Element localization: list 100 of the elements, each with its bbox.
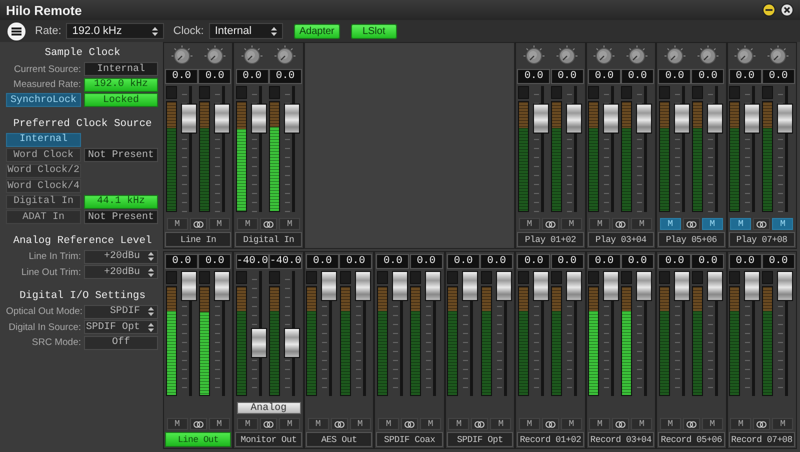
- pan-knob-icon[interactable]: [522, 45, 545, 67]
- synchrolock-button[interactable]: SynchroLock: [6, 93, 81, 108]
- pan-knob-icon[interactable]: [626, 45, 648, 67]
- link-button[interactable]: [471, 418, 488, 430]
- close-icon[interactable]: [780, 3, 794, 17]
- mute-button[interactable]: M: [208, 218, 230, 230]
- mute-button[interactable]: M: [279, 218, 300, 230]
- setting-select[interactable]: +20dBu: [84, 265, 158, 280]
- fader-handle[interactable]: [706, 103, 723, 134]
- link-button[interactable]: [260, 218, 278, 230]
- strip-label-button[interactable]: Play 01+02: [517, 232, 584, 247]
- fader-handle[interactable]: [603, 103, 620, 134]
- fader-handle[interactable]: [392, 271, 408, 301]
- pan-knob-icon[interactable]: [556, 45, 578, 67]
- fader-handle[interactable]: [214, 271, 230, 301]
- mute-button[interactable]: M: [560, 218, 582, 230]
- strip-label-button[interactable]: Line In: [165, 232, 232, 247]
- menu-icon[interactable]: [7, 22, 26, 40]
- fader-handle[interactable]: [706, 271, 723, 301]
- strip-label-button[interactable]: Play 05+06: [658, 232, 725, 247]
- clock-source-option[interactable]: Digital In: [6, 194, 81, 209]
- fader-handle[interactable]: [636, 271, 652, 301]
- pan-knob-icon[interactable]: [274, 45, 296, 67]
- strip-label-button[interactable]: Record 01+02: [517, 432, 584, 447]
- pan-knob-icon[interactable]: [664, 45, 686, 67]
- fader-handle[interactable]: [532, 271, 549, 301]
- fader-handle[interactable]: [674, 103, 690, 134]
- mute-button[interactable]: M: [560, 418, 582, 430]
- mute-button[interactable]: M: [237, 218, 258, 230]
- pan-knob-icon[interactable]: [593, 45, 616, 67]
- mute-button[interactable]: M: [518, 218, 540, 230]
- strip-label-button[interactable]: Record 05+06: [658, 432, 725, 447]
- fader-handle[interactable]: [180, 271, 197, 301]
- link-button[interactable]: [682, 418, 700, 430]
- link-button[interactable]: [612, 418, 630, 430]
- mute-button[interactable]: M: [208, 418, 230, 430]
- mute-button[interactable]: M: [279, 418, 300, 430]
- toolbar-button[interactable]: LSlot: [350, 24, 397, 38]
- strip-label-button[interactable]: Digital In: [235, 232, 302, 247]
- strip-label-button[interactable]: Line Out: [165, 432, 232, 447]
- analog-button[interactable]: Analog: [236, 402, 301, 414]
- clock-source-option[interactable]: Word Clock: [6, 148, 81, 162]
- mute-button[interactable]: M: [730, 418, 752, 430]
- setting-select[interactable]: SPDIF: [84, 304, 158, 319]
- fader-handle[interactable]: [603, 271, 620, 301]
- mute-button[interactable]: M: [308, 418, 329, 430]
- mute-button[interactable]: M: [378, 418, 400, 430]
- clock-source-option[interactable]: ADAT In: [6, 210, 81, 224]
- mute-button[interactable]: M: [448, 418, 470, 430]
- mute-button[interactable]: M: [166, 218, 188, 230]
- fader-handle[interactable]: [566, 103, 582, 134]
- pan-knob-icon[interactable]: [241, 45, 264, 67]
- link-button[interactable]: [753, 218, 770, 230]
- mute-button[interactable]: M: [166, 418, 188, 430]
- fader-handle[interactable]: [251, 328, 268, 358]
- fader-handle[interactable]: [251, 103, 268, 134]
- toolbar-button[interactable]: Adapter: [294, 24, 340, 38]
- mute-button[interactable]: M: [660, 218, 681, 230]
- mute-button[interactable]: M: [631, 418, 652, 430]
- pan-knob-icon[interactable]: [170, 45, 193, 67]
- fader-handle[interactable]: [462, 271, 478, 301]
- pan-knob-icon[interactable]: [767, 45, 790, 67]
- link-button[interactable]: [682, 218, 700, 230]
- strip-label-button[interactable]: Play 03+04: [588, 232, 654, 247]
- fader-handle[interactable]: [636, 103, 652, 134]
- fader-handle[interactable]: [744, 271, 760, 301]
- mute-button[interactable]: M: [772, 418, 794, 430]
- strip-label-button[interactable]: Record 03+04: [588, 432, 654, 447]
- mute-button[interactable]: M: [518, 418, 540, 430]
- fader-handle[interactable]: [532, 103, 549, 134]
- link-button[interactable]: [190, 218, 207, 230]
- strip-label-button[interactable]: AES Out: [306, 432, 372, 447]
- fader-handle[interactable]: [777, 103, 794, 134]
- mute-button[interactable]: M: [660, 418, 681, 430]
- fader-handle[interactable]: [496, 271, 512, 301]
- pan-knob-icon[interactable]: [734, 45, 756, 67]
- mute-button[interactable]: M: [631, 218, 652, 230]
- mute-button[interactable]: M: [420, 418, 442, 430]
- link-button[interactable]: [260, 418, 278, 430]
- setting-select[interactable]: SPDIF Opt: [84, 320, 158, 334]
- pan-knob-icon[interactable]: [696, 45, 719, 67]
- strip-label-button[interactable]: SPDIF Opt: [446, 432, 514, 447]
- strip-label-button[interactable]: Record 07+08: [728, 432, 795, 447]
- mute-button[interactable]: M: [772, 218, 794, 230]
- fader-handle[interactable]: [674, 271, 690, 301]
- rate-select[interactable]: 192.0 kHz: [66, 23, 164, 39]
- mute-button[interactable]: M: [350, 418, 371, 430]
- fader-handle[interactable]: [425, 271, 442, 301]
- minimize-icon[interactable]: [762, 3, 776, 17]
- clock-source-option[interactable]: Internal: [6, 132, 81, 147]
- fader-handle[interactable]: [180, 103, 197, 134]
- clock-select[interactable]: Internal: [208, 23, 283, 39]
- link-button[interactable]: [542, 418, 559, 430]
- pan-knob-icon[interactable]: [204, 45, 226, 67]
- fader-handle[interactable]: [744, 103, 760, 134]
- clock-source-option[interactable]: Word Clock/2: [6, 164, 81, 178]
- mute-button[interactable]: M: [237, 418, 258, 430]
- strip-label-button[interactable]: Monitor Out: [235, 432, 302, 447]
- link-button[interactable]: [612, 218, 630, 230]
- fader-handle[interactable]: [321, 271, 338, 301]
